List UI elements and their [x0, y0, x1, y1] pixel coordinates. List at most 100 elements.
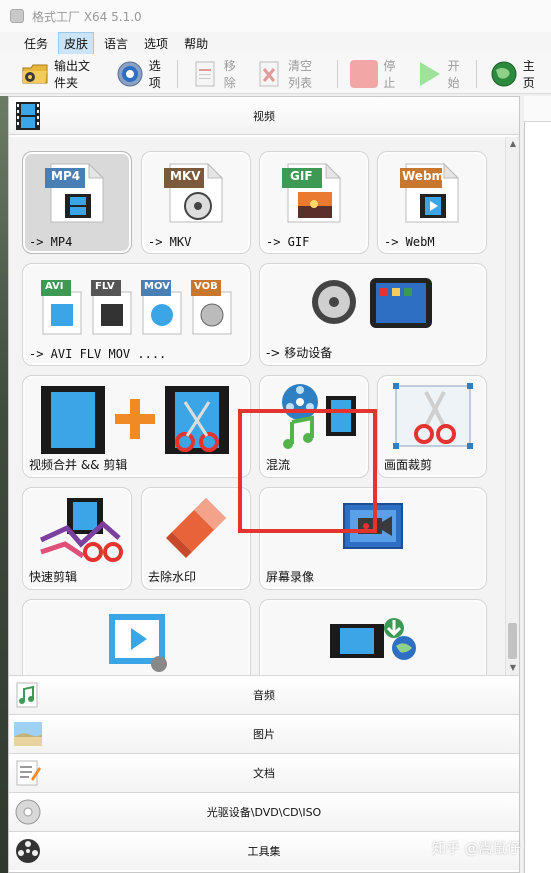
tile-webm-label: -> WebM	[384, 235, 435, 249]
options-label: 选项	[148, 58, 161, 90]
scroll-down-arrow-icon[interactable]: ▼	[506, 661, 520, 675]
clear-list-label: 清空列表	[288, 58, 313, 90]
document-remove-icon	[191, 60, 219, 88]
remove-label: 移除	[223, 58, 236, 90]
mobile-device-icon	[312, 278, 432, 328]
tile-mkv-label: -> MKV	[148, 235, 192, 249]
tile-mkv[interactable]: MKV -> MKV	[141, 151, 251, 254]
tile-gif[interactable]: GIF -> GIF	[259, 151, 369, 254]
highlight-mux-box	[238, 409, 377, 533]
tile-crop[interactable]: 画面裁剪	[377, 375, 487, 478]
tile-mp4-label: -> MP4	[29, 235, 73, 249]
tile-video-download[interactable]	[259, 599, 487, 675]
menu-options[interactable]: 选项	[138, 32, 174, 55]
tile-remove-watermark-label: 去除水印	[148, 570, 197, 584]
toolbar-separator	[475, 59, 477, 88]
clear-list-button[interactable]: 清空列表	[252, 58, 327, 90]
disc-icon	[13, 797, 43, 827]
section-video[interactable]: 视频	[9, 97, 519, 135]
section-disc[interactable]: 光驱设备\DVD\CD\ISO	[9, 792, 519, 831]
toolbar: 输出文件夹 选项 移除 清空列表 停止 开始 主页	[0, 54, 551, 94]
tile-video-join[interactable]: 视频合并 && 剪辑	[22, 375, 251, 478]
vertical-scrollbar[interactable]: ▲ ▼	[505, 137, 519, 675]
menu-bar: 任务 皮肤 语言 选项 帮助	[0, 31, 551, 55]
window-title: 格式工厂 X64 5.1.0	[32, 9, 142, 24]
menu-help[interactable]: 帮助	[178, 32, 214, 55]
remove-button[interactable]: 移除	[188, 58, 242, 90]
section-audio[interactable]: 音频	[9, 675, 519, 714]
scroll-up-arrow-icon[interactable]: ▲	[506, 137, 520, 151]
output-folder-button[interactable]: 输出文件夹	[18, 58, 103, 90]
menu-task[interactable]: 任务	[18, 32, 54, 55]
tile-screen-record-label: 屏幕录像	[266, 570, 315, 584]
video-tool-grid: MP4 -> MP4 MKV -> MKV GIF -> GIF Webm ->…	[9, 137, 505, 675]
tile-multi-format-label: -> AVI FLV MOV ....	[29, 347, 167, 361]
crop-icon	[393, 383, 473, 449]
clear-list-icon	[255, 60, 283, 88]
tile-multi-format[interactable]: AVI FLV MOV VOB -> AVI FLV MOV ....	[22, 263, 251, 366]
eraser-icon	[166, 498, 226, 558]
toolbar-separator	[176, 59, 178, 88]
gear-icon	[116, 60, 144, 88]
tile-video-join-label: 视频合并 && 剪辑	[29, 458, 128, 472]
tile-gif-label: -> GIF	[266, 235, 310, 249]
music-note-icon	[13, 680, 43, 710]
start-label: 开始	[447, 58, 460, 90]
stop-icon	[350, 59, 379, 88]
tile-video-player[interactable]	[22, 599, 251, 675]
mp4-badge: MP4	[51, 169, 81, 183]
toolbar-separator	[336, 59, 338, 88]
video-join-icon	[41, 386, 229, 454]
scroll-thumb[interactable]	[508, 623, 517, 659]
start-button[interactable]: 开始	[412, 58, 466, 90]
section-video-label: 视频	[253, 109, 275, 123]
format-factory-window: 格式工厂 X64 5.1.0 任务 皮肤 语言 选项 帮助 输出文件夹 选项 移…	[0, 0, 551, 873]
vob-badge: VOB	[194, 281, 218, 292]
output-folder-label: 输出文件夹	[54, 58, 91, 90]
section-image-label: 图片	[253, 728, 275, 741]
quick-cut-icon	[39, 498, 123, 562]
section-document[interactable]: 文档	[9, 753, 519, 792]
film-strip-icon	[13, 101, 43, 131]
stop-button[interactable]: 停止	[347, 58, 401, 90]
tile-quick-cut[interactable]: 快速剪辑	[22, 487, 132, 590]
task-list-panel	[524, 96, 551, 873]
mkv-badge: MKV	[170, 169, 201, 183]
section-tools-label: 工具集	[247, 845, 281, 858]
section-image[interactable]: 图片	[9, 714, 519, 753]
zhihu-watermark: 知乎 @嵩鼠仔	[432, 841, 521, 857]
section-disc-label: 光驱设备\DVD\CD\ISO	[206, 806, 322, 819]
stop-label: 停止	[383, 58, 396, 90]
play-icon	[415, 60, 443, 88]
tile-mp4[interactable]: MP4 -> MP4	[22, 151, 132, 254]
globe-icon	[490, 60, 518, 88]
tile-remove-watermark[interactable]: 去除水印	[141, 487, 251, 590]
section-document-label: 文档	[253, 767, 275, 780]
video-download-icon	[330, 618, 416, 660]
tile-mobile-device[interactable]: -> 移动设备	[259, 263, 487, 366]
avi-badge: AVI	[45, 281, 64, 292]
title-bar: 格式工厂 X64 5.1.0	[0, 0, 551, 32]
mov-badge: MOV	[144, 281, 170, 292]
section-audio-label: 音频	[253, 689, 275, 702]
home-label: 主页	[522, 58, 535, 90]
tile-mobile-device-label: -> 移动设备	[266, 346, 333, 360]
menu-language[interactable]: 语言	[98, 32, 134, 55]
film-reel-icon	[13, 836, 43, 866]
video-player-icon	[109, 614, 167, 672]
function-panel: 视频 MP4 -> MP4 MKV -> MKV GIF -> GIF Webm…	[8, 96, 520, 873]
desktop-background	[0, 96, 8, 873]
menu-skin[interactable]: 皮肤	[58, 31, 95, 55]
folder-icon	[21, 60, 49, 88]
picture-icon	[13, 719, 43, 749]
task-list-header	[524, 96, 551, 122]
gif-badge: GIF	[290, 169, 313, 183]
document-icon	[13, 758, 43, 788]
options-button[interactable]: 选项	[113, 58, 167, 90]
webm-badge: Webm	[402, 169, 445, 183]
flv-badge: FLV	[95, 281, 115, 292]
home-button[interactable]: 主页	[487, 58, 541, 90]
tile-quick-cut-label: 快速剪辑	[29, 570, 78, 584]
tile-webm[interactable]: Webm -> WebM	[377, 151, 487, 254]
app-icon	[10, 9, 24, 23]
